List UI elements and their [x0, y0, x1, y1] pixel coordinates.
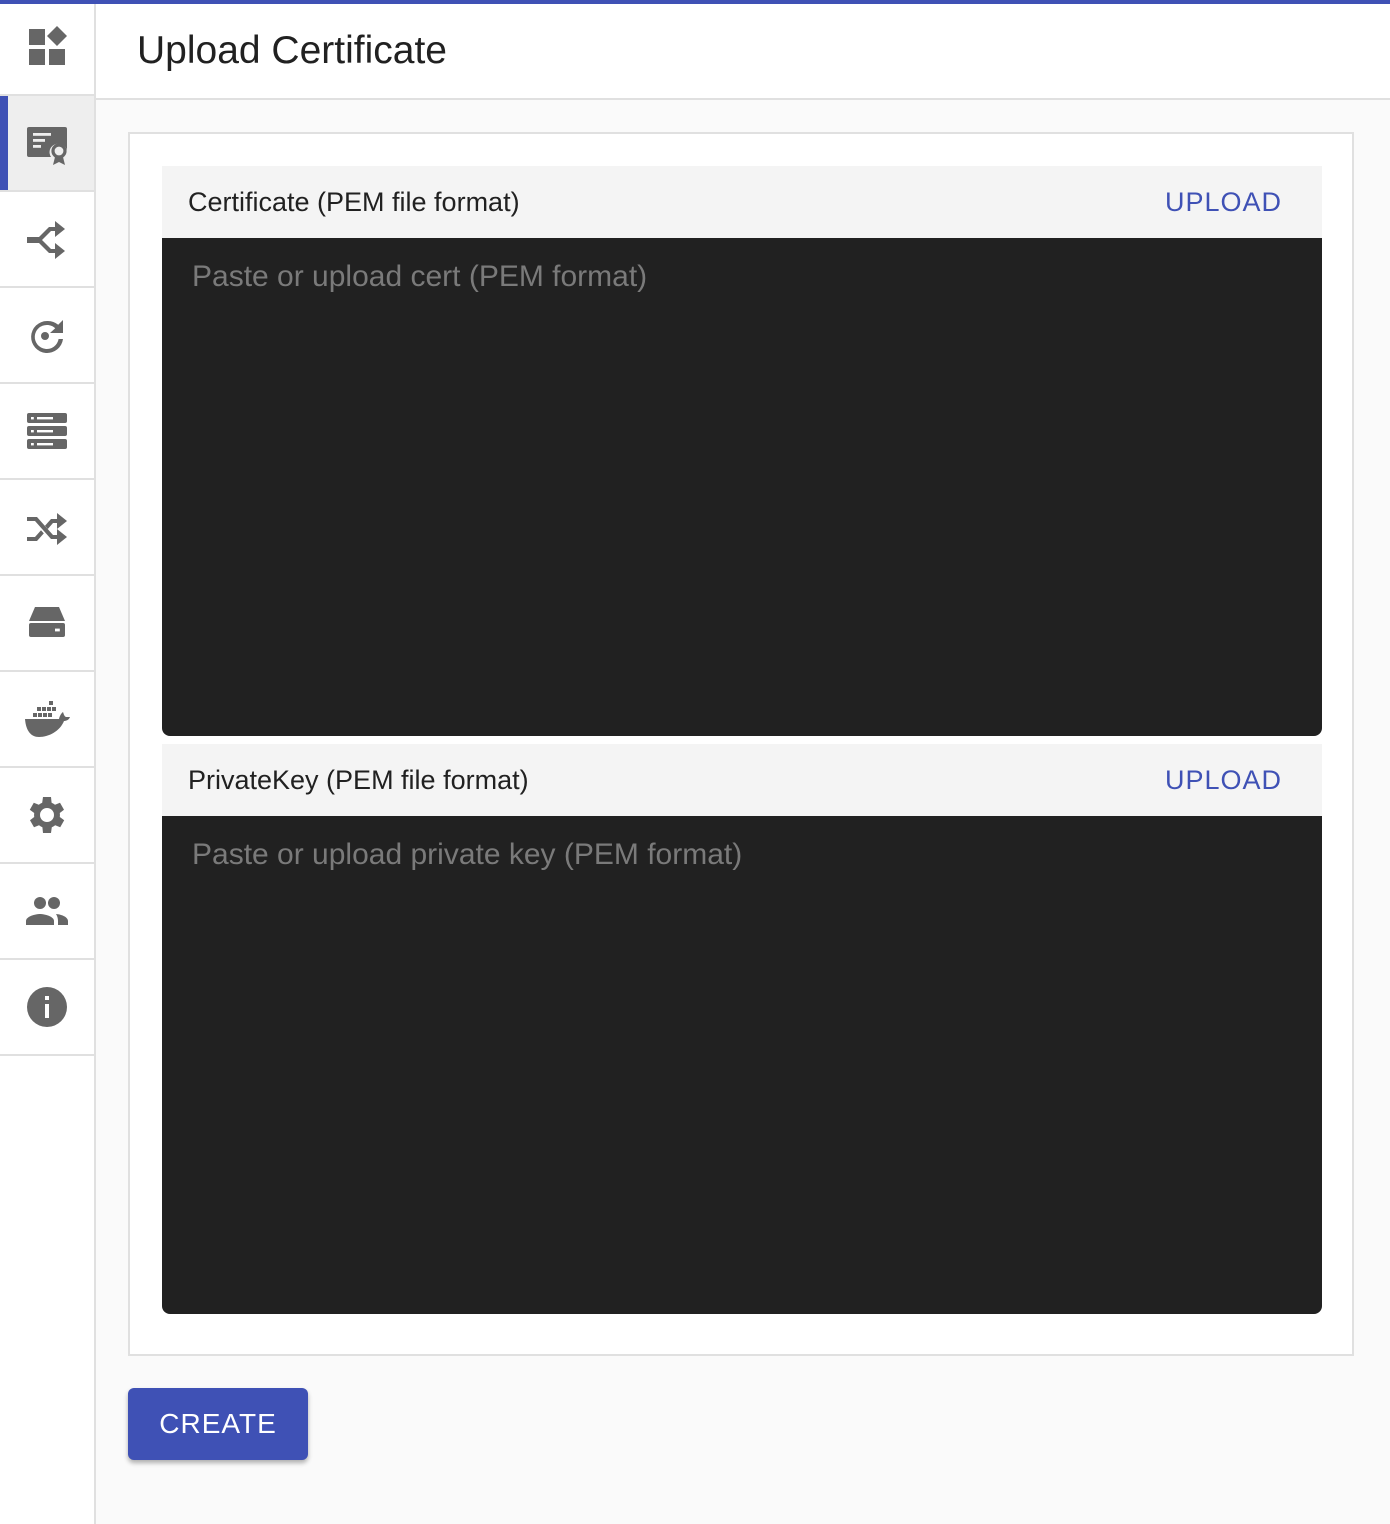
sidebar-item-storage[interactable] [0, 576, 94, 672]
sidebar-item-settings[interactable] [0, 768, 94, 864]
sidebar [0, 0, 96, 1524]
hard-drive-icon [29, 607, 65, 637]
certificate-field: Certificate (PEM file format) UPLOAD [162, 166, 1322, 736]
certificate-icon [27, 127, 67, 165]
private-key-upload-button[interactable]: UPLOAD [1165, 765, 1282, 796]
sidebar-item-docker[interactable] [0, 672, 94, 768]
private-key-input[interactable] [162, 816, 1322, 1314]
private-key-field-header: PrivateKey (PEM file format) UPLOAD [162, 744, 1322, 816]
certificate-input[interactable] [162, 238, 1322, 736]
merge-arrows-icon [27, 221, 65, 259]
dashboard-icon [29, 26, 67, 65]
rotate-right-icon [31, 320, 63, 353]
top-accent-bar [0, 0, 1390, 4]
page-title: Upload Certificate [137, 29, 447, 72]
create-button[interactable]: CREATE [128, 1388, 308, 1460]
certificate-upload-button[interactable]: UPLOAD [1165, 187, 1282, 218]
sidebar-item-users[interactable] [0, 864, 94, 960]
docker-whale-icon [25, 701, 70, 737]
server-icon [27, 413, 67, 449]
certificate-form-card: Certificate (PEM file format) UPLOAD Pri… [128, 132, 1354, 1356]
info-icon [27, 987, 67, 1027]
private-key-field: PrivateKey (PEM file format) UPLOAD [162, 744, 1322, 1314]
gear-icon [29, 797, 65, 833]
sidebar-item-dashboard[interactable] [0, 0, 94, 96]
private-key-label: PrivateKey (PEM file format) [188, 764, 529, 795]
page-header: Upload Certificate [96, 4, 1390, 100]
certificate-label: Certificate (PEM file format) [188, 186, 520, 217]
certificate-field-header: Certificate (PEM file format) UPLOAD [162, 166, 1322, 238]
sidebar-item-certificates[interactable] [0, 96, 94, 192]
people-icon [26, 897, 68, 925]
sidebar-item-info[interactable] [0, 960, 94, 1056]
sidebar-item-servers[interactable] [0, 384, 94, 480]
shuffle-icon [27, 513, 67, 545]
sidebar-item-load-balancing[interactable] [0, 480, 94, 576]
sidebar-item-routes[interactable] [0, 192, 94, 288]
sidebar-item-redirects[interactable] [0, 288, 94, 384]
